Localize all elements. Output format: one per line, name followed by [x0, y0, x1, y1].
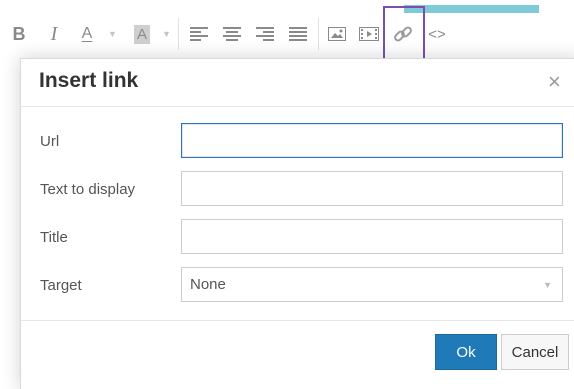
close-icon: × — [548, 69, 561, 94]
insert-image-button[interactable] — [326, 20, 348, 48]
chevron-down-icon: ▼ — [543, 280, 552, 290]
italic-icon: I — [50, 23, 58, 45]
text-to-display-label: Text to display — [40, 181, 136, 198]
background-color-button[interactable]: A — [130, 20, 154, 48]
align-justify-icon — [289, 27, 307, 41]
align-center-button[interactable] — [221, 20, 243, 48]
text-to-display-input[interactable] — [181, 171, 563, 206]
italic-button[interactable]: I — [44, 20, 64, 48]
background-color-icon: A — [133, 24, 150, 44]
source-code-button[interactable]: <> — [426, 20, 448, 48]
toolbar-separator — [178, 18, 179, 50]
insert-link-dialog: Insert link × Url Text to display Title … — [20, 58, 574, 389]
chevron-down-icon: ▼ — [108, 29, 117, 39]
text-color-button[interactable]: A — [77, 20, 97, 48]
url-label: Url — [40, 133, 60, 150]
chevron-down-icon: ▼ — [162, 29, 171, 39]
insert-media-button[interactable] — [358, 20, 380, 48]
title-label: Title — [40, 229, 68, 246]
close-button[interactable]: × — [548, 71, 561, 93]
text-color-dropdown[interactable]: ▼ — [108, 20, 117, 48]
bold-icon: B — [12, 24, 26, 44]
url-input[interactable] — [181, 123, 563, 158]
editor-toolbar: B I A ▼ A ▼ <> — [0, 0, 574, 62]
image-icon — [328, 27, 346, 41]
background-color-dropdown[interactable]: ▼ — [162, 20, 171, 48]
link-button-highlight — [383, 6, 425, 62]
toolbar-separator — [318, 18, 319, 50]
align-center-icon — [223, 27, 241, 41]
align-left-button[interactable] — [188, 20, 210, 48]
title-input[interactable] — [181, 219, 563, 254]
dialog-title: Insert link — [39, 69, 139, 92]
footer-divider — [21, 320, 574, 321]
media-icon — [359, 27, 379, 41]
align-justify-button[interactable] — [287, 20, 309, 48]
target-label: Target — [40, 277, 82, 294]
ok-button[interactable]: Ok — [435, 334, 497, 370]
header-divider — [21, 106, 574, 107]
align-right-icon — [256, 27, 274, 41]
source-code-icon: <> — [428, 25, 446, 43]
bold-button[interactable]: B — [9, 20, 29, 48]
target-selected-value: None — [190, 276, 226, 293]
cancel-button[interactable]: Cancel — [501, 334, 569, 370]
align-right-button[interactable] — [254, 20, 276, 48]
text-color-icon: A — [81, 25, 93, 42]
align-left-icon — [190, 27, 208, 41]
target-select[interactable]: None ▼ — [181, 267, 563, 302]
